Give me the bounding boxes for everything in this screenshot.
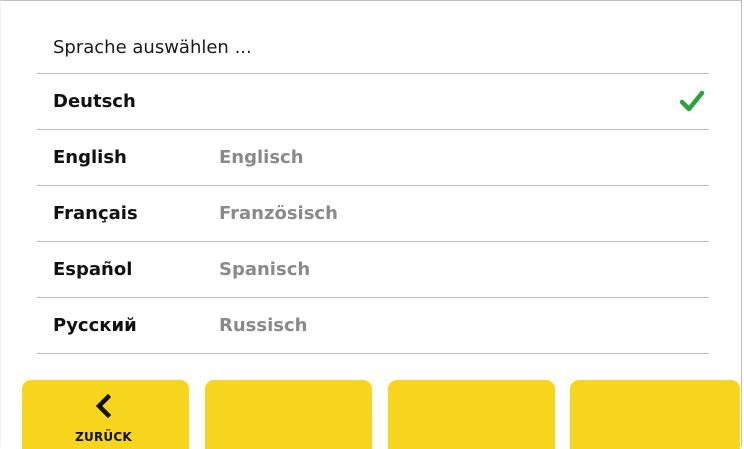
footer-button-2[interactable] — [205, 380, 372, 449]
language-name: Français — [53, 203, 138, 224]
language-name: English — [53, 147, 127, 168]
footer-button-bar: ZURÜCK — [22, 380, 742, 449]
language-translation: Russisch — [219, 315, 308, 336]
language-item-francais[interactable]: Français Französisch — [37, 186, 709, 242]
page-title: Sprache auswählen ... — [37, 19, 709, 74]
language-translation: Französisch — [219, 203, 338, 224]
language-item-russian[interactable]: Русский Russisch — [37, 298, 709, 354]
footer-button-4[interactable] — [570, 380, 740, 449]
language-name: Deutsch — [53, 91, 136, 112]
language-name: Русский — [53, 315, 137, 336]
language-item-english[interactable]: English Englisch — [37, 130, 709, 186]
language-translation: Spanisch — [219, 259, 311, 280]
language-translation: Englisch — [219, 147, 304, 168]
back-button[interactable]: ZURÜCK — [22, 380, 189, 449]
language-item-deutsch[interactable]: Deutsch — [37, 74, 709, 130]
chevron-left-icon — [95, 394, 112, 418]
language-name: Español — [53, 259, 133, 280]
language-list: Sprache auswählen ... Deutsch English En… — [37, 19, 709, 354]
back-button-label: ZURÜCK — [75, 430, 132, 444]
footer-button-3[interactable] — [388, 380, 555, 449]
language-item-espanol[interactable]: Español Spanisch — [37, 242, 709, 298]
checkmark-icon — [679, 90, 705, 112]
